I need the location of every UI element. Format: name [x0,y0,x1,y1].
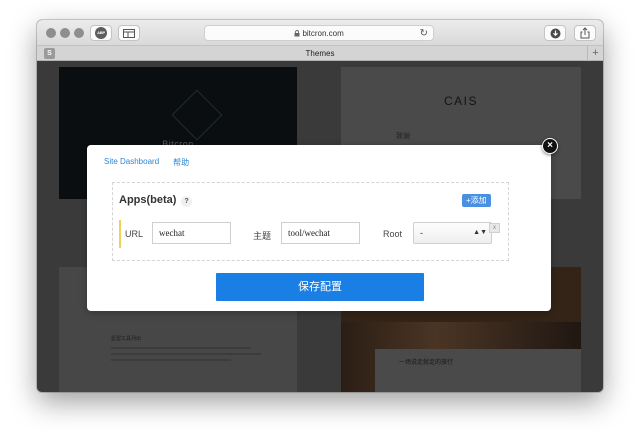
save-config-button[interactable]: 保存配置 [216,273,424,301]
card-title: 星型工具列出 [111,336,142,342]
text-line [111,347,251,349]
close-modal-icon[interactable]: × [542,138,558,154]
tab-bar: S Themes + [37,46,603,61]
close-window-button[interactable] [46,28,56,38]
modal-nav: Site Dashboard 帮助 [104,157,189,168]
help-icon[interactable]: ? [181,196,192,207]
lock-icon [294,30,300,37]
text-line [111,359,231,361]
share-icon [580,27,590,39]
root-select-value: - [420,228,423,238]
theme-input[interactable]: tool/wechat [281,222,360,244]
site-dashboard-link[interactable]: Site Dashboard [104,157,159,168]
zoom-window-button[interactable] [74,28,84,38]
theme-label: 主题 [253,231,272,241]
minimize-window-button[interactable] [60,28,70,38]
card-title: CAIS [443,94,478,108]
card-title: 一场说走就走的旅行 [399,360,454,366]
address-bar[interactable]: bitcron.com ↻ [204,25,434,41]
new-tab-button[interactable]: + [587,46,603,61]
reload-icon[interactable]: ↻ [420,26,428,41]
add-app-button[interactable]: +添加 [462,194,491,207]
downloads-button[interactable] [544,25,566,41]
adblock-button[interactable]: ABP [90,25,112,41]
url-input[interactable]: wechat [152,222,231,244]
remove-row-button[interactable]: x [489,223,500,233]
card-subtitle: 致谢 [396,133,410,140]
text-line [111,353,261,355]
tab-themes[interactable]: Themes [37,46,603,61]
help-link[interactable]: 帮助 [173,157,189,168]
adblock-icon: ABP [95,27,107,39]
url-label: URL [125,229,144,239]
root-select[interactable]: - ▲▼ [413,222,492,244]
card-panel [375,349,581,392]
address-text: bitcron.com [302,29,344,38]
download-icon [550,28,560,38]
apps-title: Apps(beta) [119,194,177,206]
browser-toolbar: ABP bitcron.com ↻ [37,20,603,46]
apps-panel: Apps(beta) ? +添加 URL wechat 主题 tool/wech… [112,182,509,261]
share-button[interactable] [574,25,596,41]
select-arrows-icon: ▲▼ [473,229,487,236]
row-accent-bar [119,220,121,248]
card-decoration [171,89,223,141]
sidebar-button[interactable] [118,25,140,41]
root-label: Root [383,229,403,239]
sidebar-icon [123,28,135,38]
apps-modal: Site Dashboard 帮助 Apps(beta) ? +添加 URL w… [87,145,551,311]
